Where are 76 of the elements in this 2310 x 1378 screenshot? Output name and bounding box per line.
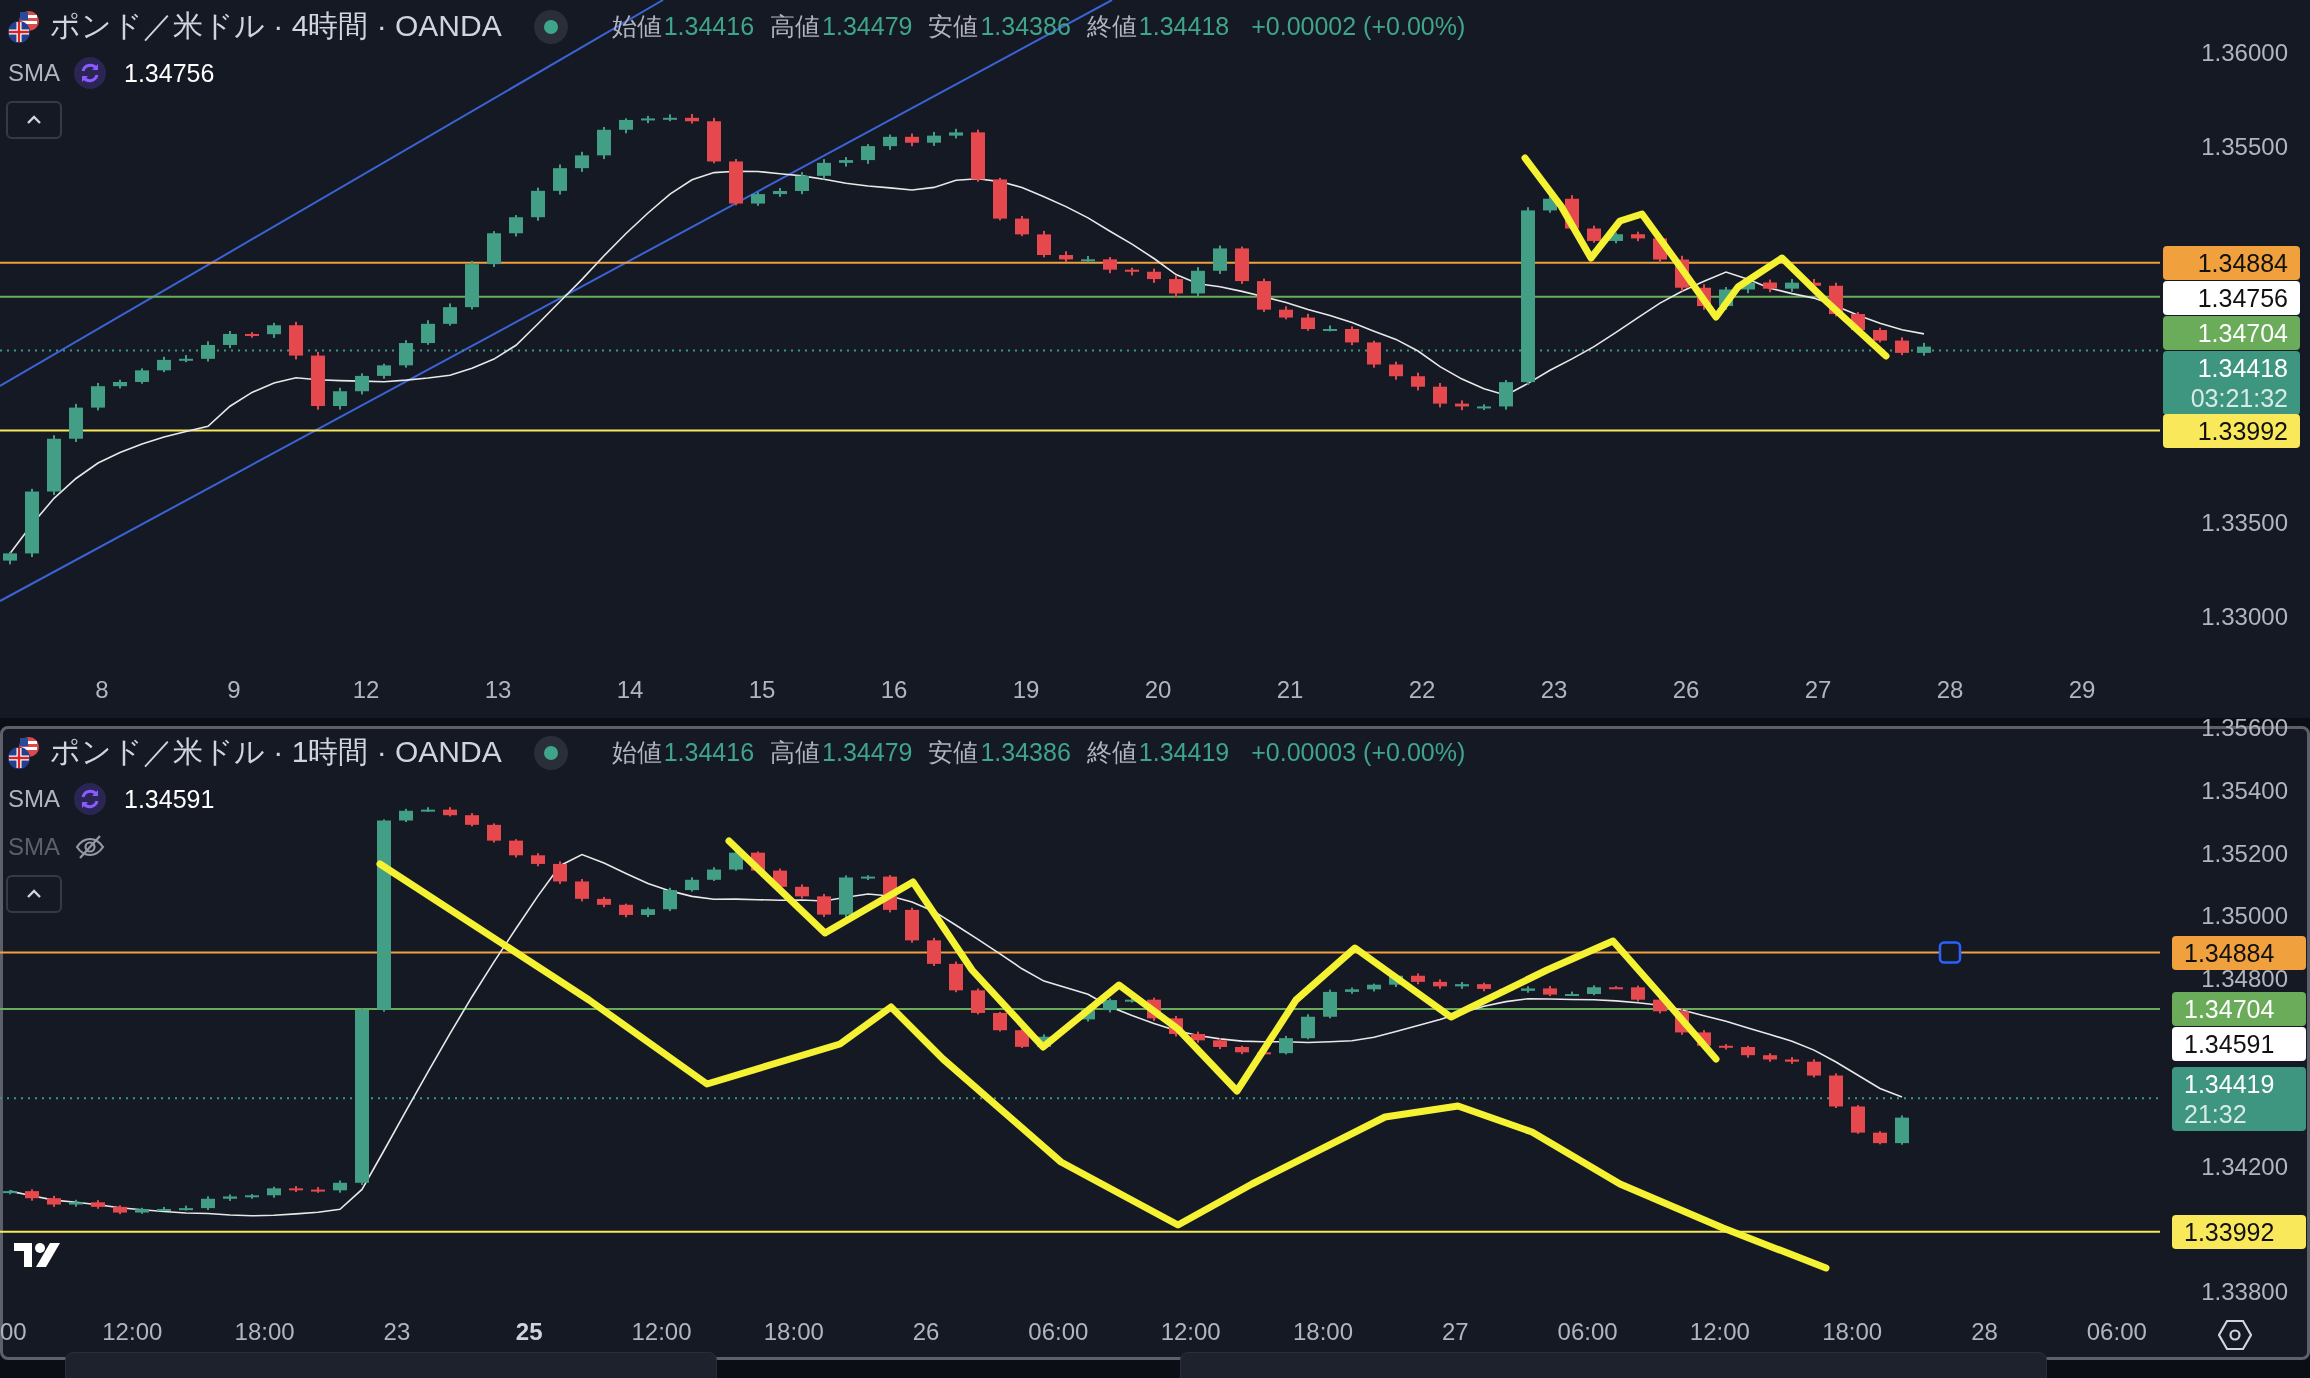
- indicator-value: 1.34591: [124, 784, 215, 814]
- price-tag-value: 1.34884: [2197, 247, 2288, 278]
- time-axis-label: 26: [912, 1318, 940, 1346]
- time-axis-label: 12: [352, 676, 380, 704]
- time-axis-label: 27: [1441, 1318, 1469, 1346]
- time-axis-label: 15: [748, 676, 776, 704]
- ohlc-label: 高値: [770, 737, 821, 768]
- price-tag-value: 1.34418: [2197, 352, 2288, 383]
- price-change: +0.00003 (+0.00%): [1251, 738, 1466, 767]
- time-axis-label: 13: [484, 676, 512, 704]
- time-axis-label: 28: [1936, 676, 1964, 704]
- indicator-label[interactable]: SMA: [8, 785, 60, 813]
- indicator-label[interactable]: SMA: [8, 59, 60, 87]
- time-axis-label: 18:00: [1822, 1318, 1883, 1346]
- time-axis-label: 18:00: [234, 1318, 295, 1346]
- time-axis-label: 06:00: [1028, 1318, 1089, 1346]
- price-tick-label: 1.33800: [2201, 1277, 2288, 1307]
- ohlc-value: 1.34419: [1138, 738, 1230, 767]
- time-axis-label: 00: [0, 1318, 27, 1346]
- price-tag-value: 1.33992: [2184, 1216, 2275, 1247]
- price-tick-label: 1.35000: [2201, 901, 2288, 932]
- time-axis-label: 14: [616, 676, 644, 704]
- time-axis-label: 26: [1672, 676, 1700, 704]
- time-axis-label: 19: [1012, 676, 1040, 704]
- time-axis-label: 12:00: [1689, 1318, 1750, 1346]
- time-axis-label: 8: [95, 676, 109, 704]
- bar-countdown: 03:21:32: [2190, 382, 2288, 413]
- time-axis-label: 23: [1540, 676, 1568, 704]
- time-axis-label: 25: [515, 1318, 543, 1346]
- time-axis-label: 12:00: [102, 1318, 163, 1346]
- ohlc-value: 1.34416: [663, 12, 755, 41]
- price-tag-value: 1.34591: [2184, 1029, 2275, 1060]
- price-tick-label: 1.35200: [2201, 838, 2288, 869]
- time-axis-label: 16: [880, 676, 908, 704]
- price-tick-label: 1.35400: [2201, 776, 2288, 806]
- price-tick-label: 1.33000: [2201, 602, 2288, 632]
- ohlc-value: 1.34416: [663, 738, 755, 767]
- ohlc-value: 1.34479: [822, 12, 913, 41]
- price-tick-label: 1.35500: [2201, 132, 2288, 162]
- price-tag-value: 1.34704: [2184, 993, 2275, 1024]
- ohlc-label: 安値: [928, 737, 979, 768]
- ohlc-value: 1.34386: [980, 738, 1071, 767]
- time-axis-label: 22: [1408, 676, 1436, 704]
- ohlc-label: 安値: [928, 11, 979, 42]
- bar-countdown: 21:32: [2184, 1099, 2247, 1130]
- time-axis-label: 23: [383, 1318, 411, 1346]
- time-axis-label: 9: [227, 676, 241, 704]
- time-axis-label: 21: [1276, 676, 1304, 704]
- time-axis-label: 12:00: [1160, 1318, 1221, 1346]
- time-axis-label: 18:00: [1292, 1318, 1354, 1346]
- time-axis-label: 27: [1804, 676, 1832, 704]
- price-change: +0.00002 (+0.00%): [1251, 12, 1466, 41]
- symbol-title[interactable]: ポンド／米ドル · 4時間 · OANDA: [50, 6, 502, 47]
- price-tag-value: 1.34704: [2197, 317, 2288, 348]
- ohlc-label: 終値: [1086, 737, 1137, 768]
- ohlc-label: 高値: [770, 11, 821, 42]
- symbol-title[interactable]: ポンド／米ドル · 1時間 · OANDA: [50, 732, 502, 773]
- price-tag-value: 1.34756: [2197, 282, 2288, 313]
- ohlc-label: 始値: [611, 737, 662, 768]
- price-tag-value: 1.33992: [2197, 415, 2288, 446]
- time-axis-label: 06:00: [2086, 1318, 2147, 1346]
- price-tick-label: 1.36000: [2201, 38, 2288, 68]
- price-tick-label: 1.35600: [2201, 713, 2288, 744]
- price-tick-label: 1.34200: [2201, 1151, 2288, 1182]
- ohlc-value: 1.34479: [822, 738, 913, 767]
- time-axis-label: 29: [2068, 676, 2096, 704]
- time-axis-label: 06:00: [1557, 1318, 1618, 1346]
- time-axis-label: 20: [1144, 676, 1172, 704]
- price-tick-label: 1.33500: [2201, 508, 2288, 538]
- ohlc-value: 1.34418: [1138, 12, 1230, 41]
- time-axis-label: 28: [1971, 1318, 1998, 1346]
- price-tag-value: 1.34419: [2184, 1069, 2275, 1100]
- time-axis-label: 18:00: [763, 1318, 824, 1346]
- ohlc-label: 終値: [1086, 11, 1137, 42]
- indicator-value: 1.34756: [124, 58, 215, 88]
- time-axis-label: 12:00: [631, 1318, 692, 1346]
